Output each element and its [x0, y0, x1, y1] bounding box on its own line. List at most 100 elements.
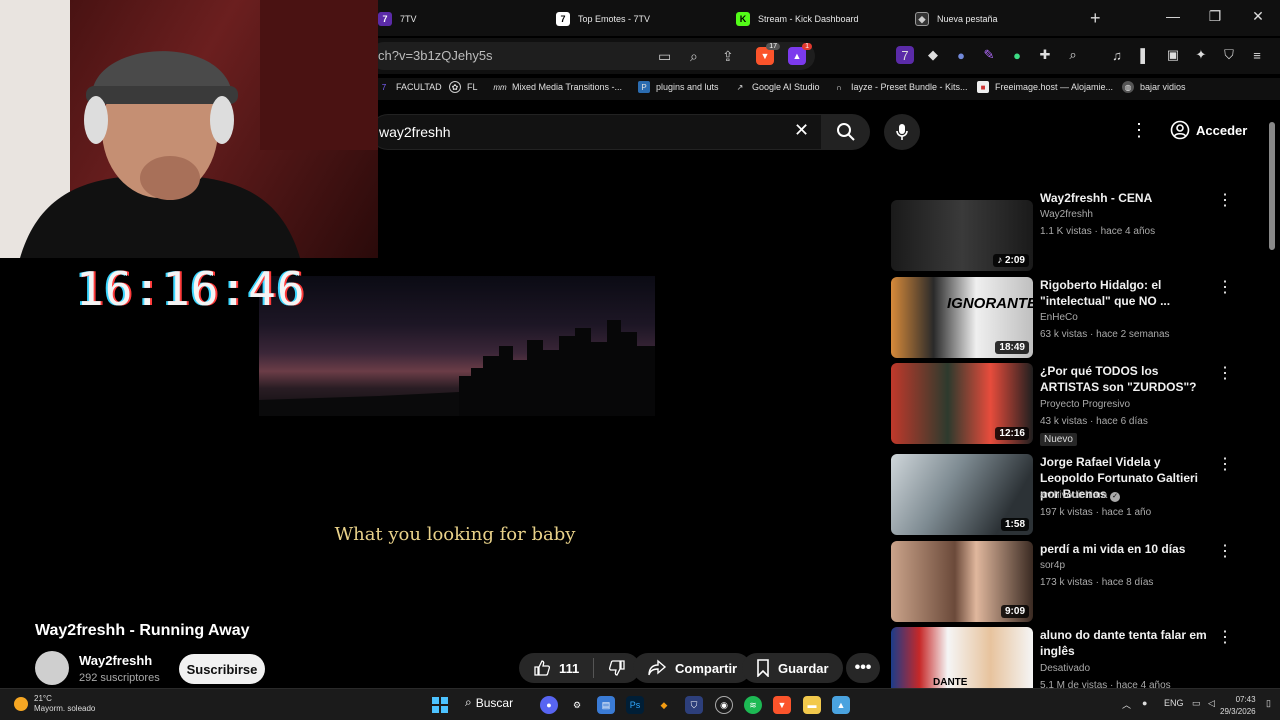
bookmark-plugins[interactable]: Pplugins and luts — [638, 81, 719, 93]
share-icon[interactable]: ⇪ — [722, 48, 734, 65]
tab-kick-dashboard[interactable]: K Stream - Kick Dashboard — [736, 6, 859, 32]
related-video[interactable]: IGNORANTE 18:49 Rigoberto Hidalgo: el "i… — [891, 277, 1251, 359]
discord-extension-icon[interactable]: ● — [952, 46, 970, 64]
bookmark-bajar-vidios[interactable]: ◍ bajar vidios — [1122, 81, 1186, 93]
menu-icon[interactable]: ≡ — [1248, 46, 1266, 64]
related-video[interactable]: 1:58 Jorge Rafael Videla y Leopoldo Fort… — [891, 454, 1251, 536]
obs-icon[interactable]: ◉ — [715, 696, 733, 714]
page-scrollbar[interactable] — [1268, 112, 1276, 688]
address-bar[interactable]: ch?v=3b1zQJehy5s ▭ ⌕ ⇪ ▼ 17 ▲ 1 — [370, 42, 815, 70]
related-channel[interactable]: Desativado — [1040, 663, 1090, 674]
photos-icon[interactable]: ▲ — [832, 696, 850, 714]
related-video-title[interactable]: aluno do dante tenta falar em inglês — [1040, 627, 1212, 659]
video-thumbnail[interactable]: DANTE — [891, 627, 1033, 688]
related-channel[interactable]: Way2freshh — [1040, 209, 1093, 220]
fl-studio-icon[interactable]: ◆ — [655, 696, 673, 714]
minimize-icon[interactable]: — — [1158, 8, 1188, 24]
more-actions-button[interactable]: ••• — [846, 653, 880, 683]
diamond-extension-icon[interactable]: ◆ — [924, 46, 942, 64]
file-explorer-window-icon[interactable]: ▤ — [597, 696, 615, 714]
music-icon[interactable]: ♫ — [1108, 46, 1126, 64]
bookmark-mixed-media[interactable]: mm Mixed Media Transitions -... — [493, 81, 622, 93]
more-vert-icon[interactable]: ⋮ — [1217, 454, 1233, 474]
restore-icon[interactable]: ❐ — [1200, 8, 1230, 25]
network-icon[interactable]: ▭ — [1192, 698, 1201, 709]
channel-name[interactable]: Way2freshh — [79, 653, 152, 668]
tab-7tv[interactable]: 7 7TV — [378, 6, 417, 32]
language-indicator[interactable]: ENG — [1164, 698, 1184, 708]
shield-app-icon[interactable]: ⛉ — [685, 696, 703, 714]
video-thumbnail[interactable]: ♪ 2:09 — [891, 200, 1033, 271]
tab-top-emotes[interactable]: 7 Top Emotes - 7TV — [556, 6, 650, 32]
more-vert-icon[interactable]: ⋮ — [1217, 190, 1233, 210]
windows-start-icon[interactable] — [431, 696, 449, 714]
more-vert-icon[interactable]: ⋮ — [1217, 277, 1233, 297]
tab-new-tab[interactable]: ◆ Nueva pestaña — [915, 6, 998, 32]
cast-icon[interactable]: ▭ — [658, 48, 671, 65]
brave-rewards-icon[interactable]: ▲ 1 — [788, 43, 812, 65]
related-video-title[interactable]: ¿Por qué TODOS los ARTISTAS son "ZURDOS"… — [1040, 363, 1212, 395]
7tv-extension-icon[interactable]: 7 — [896, 46, 914, 64]
spotify-icon[interactable]: ≋ — [744, 696, 762, 714]
video-thumbnail[interactable]: 9:09 — [891, 541, 1033, 622]
zoom-icon[interactable]: ⌕ — [690, 48, 698, 65]
tray-chevron-icon[interactable]: ︿ — [1122, 698, 1131, 711]
green-extension-icon[interactable]: ● — [1008, 46, 1026, 64]
wallet-icon[interactable]: ▣ — [1164, 46, 1182, 64]
vpn-shield-icon[interactable]: ⛉ — [1220, 46, 1238, 64]
close-window-icon[interactable]: ✕ — [1243, 8, 1273, 25]
notification-icon[interactable]: ▯ — [1266, 698, 1271, 709]
save-button[interactable]: Guardar — [742, 653, 843, 683]
brave-shields-icon[interactable]: ▼ 17 — [756, 43, 780, 65]
bookmark-google-ai-studio[interactable]: ↗ Google AI Studio — [734, 81, 820, 93]
weather-widget[interactable]: 21°C Mayorm. soleado — [14, 694, 95, 714]
like-button[interactable]: 111 — [519, 653, 593, 683]
bookmark-iayze[interactable]: ∩ Iayze - Preset Bundle - Kits... — [833, 81, 967, 93]
settings-menu-icon[interactable]: ⋮ — [1130, 120, 1148, 141]
youtube-search-input[interactable]: way2freshh — [370, 114, 822, 150]
puzzle-icon[interactable]: ✚ — [1036, 46, 1054, 64]
sidebar-icon[interactable]: ▌ — [1136, 46, 1154, 64]
related-channel[interactable]: EnHeCo — [1040, 312, 1078, 323]
subscribe-button[interactable]: Suscribirse — [179, 654, 265, 684]
related-channel[interactable]: archivodichiara ✓ — [1040, 490, 1121, 502]
leo-ai-icon[interactable]: ✦ — [1192, 46, 1210, 64]
video-thumbnail[interactable]: IGNORANTE 18:49 — [891, 277, 1033, 358]
more-vert-icon[interactable]: ⋮ — [1217, 363, 1233, 383]
new-tab-button[interactable]: + — [1090, 8, 1101, 29]
bookmark-freeimage[interactable]: ■ Freeimage.host — Alojamie... — [977, 81, 1113, 93]
volume-icon[interactable]: ◁ — [1208, 698, 1215, 709]
search-button[interactable] — [822, 114, 870, 150]
video-thumbnail[interactable]: 1:58 — [891, 454, 1033, 535]
related-video-title[interactable]: Way2freshh - CENA — [1040, 190, 1212, 206]
related-video[interactable]: ♪ 2:09 Way2freshh - CENA Way2freshh 1.1 … — [891, 190, 1251, 272]
photoshop-icon[interactable]: Ps — [626, 696, 644, 714]
related-channel[interactable]: Proyecto Progresivo — [1040, 399, 1130, 410]
related-video[interactable]: 9:09 perdí a mi vida en 10 días sor4p 17… — [891, 541, 1251, 623]
share-button[interactable]: Compartir — [633, 653, 752, 683]
video-thumbnail[interactable]: 12:16 — [891, 363, 1033, 444]
voice-search-button[interactable] — [884, 114, 920, 150]
related-video-title[interactable]: Rigoberto Hidalgo: el "intelectual" que … — [1040, 277, 1212, 309]
discord-icon[interactable]: ● — [540, 696, 558, 714]
bookmark-fl[interactable]: ✿ FL — [449, 81, 478, 93]
more-vert-icon[interactable]: ⋮ — [1217, 541, 1233, 561]
more-vert-icon[interactable]: ⋮ — [1217, 627, 1233, 647]
clear-search-icon[interactable]: ✕ — [794, 120, 809, 141]
brave-browser-icon[interactable]: ▼ — [773, 696, 791, 714]
channel-avatar[interactable] — [35, 651, 69, 685]
folder-icon[interactable]: ▬ — [803, 696, 821, 714]
settings-gear-icon[interactable]: ⚙ — [568, 696, 586, 714]
taskbar-search[interactable]: ⌕ Buscar — [465, 695, 513, 710]
tray-mic-icon[interactable]: ● — [1142, 698, 1147, 708]
system-clock[interactable]: 07:43 29/3/2026 — [1220, 694, 1256, 718]
related-channel[interactable]: sor4p — [1040, 560, 1065, 571]
related-video[interactable]: DANTE aluno do dante tenta falar em ingl… — [891, 627, 1251, 688]
tab-search-icon[interactable]: ⌕ — [1064, 46, 1082, 64]
related-video-title[interactable]: perdí a mi vida en 10 días — [1040, 541, 1212, 557]
related-video[interactable]: 12:16 ¿Por qué TODOS los ARTISTAS son "Z… — [891, 363, 1251, 446]
sign-in-button[interactable]: Acceder — [1170, 120, 1247, 140]
feather-extension-icon[interactable]: ✎ — [980, 46, 998, 64]
scrollbar-thumb[interactable] — [1269, 122, 1275, 250]
bookmark-facultad[interactable]: 7 FACULTAD — [378, 81, 442, 93]
